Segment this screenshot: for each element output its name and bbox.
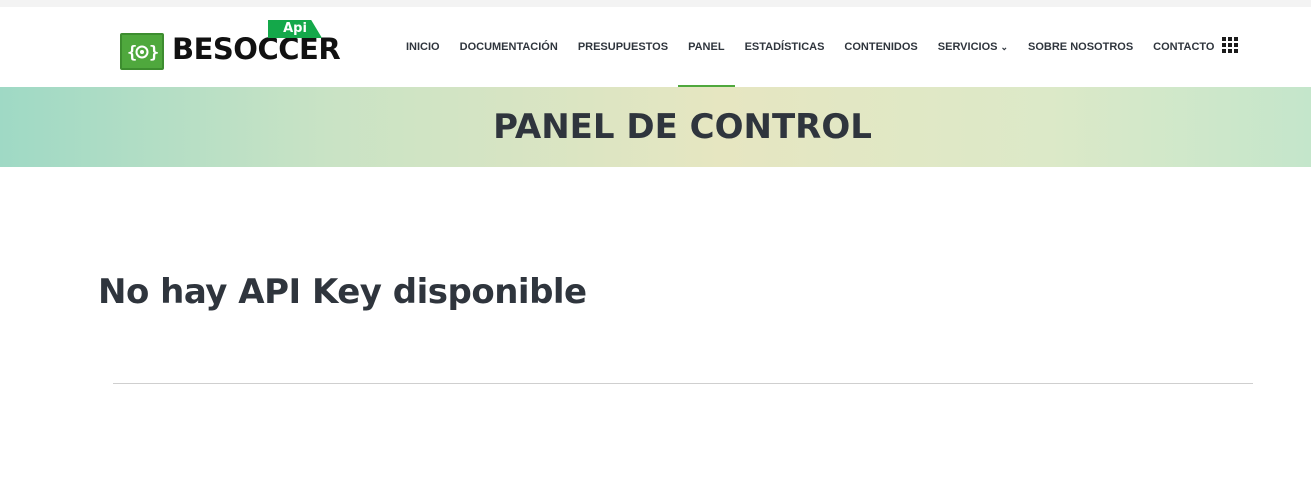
api-badge: Api — [268, 20, 322, 38]
nav-item-sobre-nosotros[interactable]: SOBRE NOSOTROS — [1018, 7, 1143, 87]
nav-item-label: INICIO — [406, 41, 440, 53]
divider — [113, 383, 1253, 384]
page-banner: PANEL DE CONTROL — [0, 87, 1311, 167]
bracket-ball-icon: { } — [120, 33, 164, 70]
page-title: PANEL DE CONTROL — [493, 107, 872, 147]
nav-item-label: PANEL — [688, 41, 725, 53]
grid-menu-icon[interactable] — [1222, 37, 1238, 53]
nav-item-label: ESTADÍSTICAS — [744, 41, 825, 53]
nav-item-presupuestos[interactable]: PRESUPUESTOS — [568, 7, 678, 87]
nav-item-label: CONTENIDOS — [844, 41, 918, 53]
nav-item-estadisticas[interactable]: ESTADÍSTICAS — [735, 7, 835, 87]
nav-item-contacto[interactable]: CONTACTO — [1143, 7, 1224, 87]
nav-item-label: SERVICIOS — [937, 41, 998, 53]
nav-item-inicio[interactable]: INICIO — [396, 7, 450, 87]
chevron-down-icon: ⌄ — [1000, 41, 1009, 52]
nav-item-panel[interactable]: PANEL — [678, 7, 736, 88]
nav-item-contenidos[interactable]: CONTENIDOS — [834, 7, 927, 87]
main-nav: INICIO DOCUMENTACIÓN PRESUPUESTOS PANEL … — [396, 7, 1224, 88]
nav-item-label: CONTACTO — [1153, 41, 1215, 53]
top-strip — [0, 0, 1311, 7]
brand-logo[interactable]: { } BESOCCER Api — [120, 20, 350, 72]
site-header: { } BESOCCER Api INICIO DOCUMENTACIÓN PR… — [0, 7, 1311, 88]
nav-item-label: DOCUMENTACIÓN — [459, 41, 558, 53]
no-api-key-heading: No hay API Key disponible — [98, 272, 587, 312]
brand-wordmark: BESOCCER — [172, 32, 341, 66]
svg-text:}: } — [149, 43, 159, 63]
nav-item-documentacion[interactable]: DOCUMENTACIÓN — [450, 7, 568, 87]
nav-item-servicios[interactable]: SERVICIOS ⌄ — [928, 7, 1018, 87]
nav-item-label: SOBRE NOSOTROS — [1028, 41, 1134, 53]
nav-item-label: PRESUPUESTOS — [577, 41, 669, 53]
